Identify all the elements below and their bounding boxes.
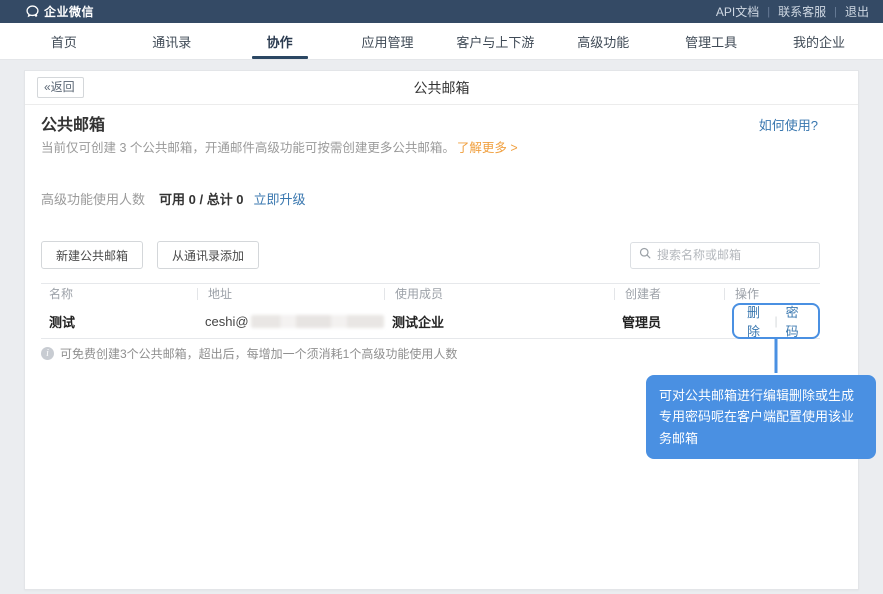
advanced-usage-stats: 高级功能使用人数 可用 0 / 总计 0 立即升级 [41,189,306,208]
page-title: 公共邮箱 [413,79,470,96]
redacted-address-blur [250,314,384,328]
col-header-actions: 操作 [724,287,820,301]
free-quota-note: i 可免费创建3个公共邮箱，超出后，每增加一个须消耗1个高级功能使用人数 [41,345,457,362]
api-docs-link[interactable]: API文档 [716,3,759,20]
nav-item-customers[interactable]: 客户与上下游 [442,23,550,59]
how-to-use-link[interactable]: 如何使用? [759,115,818,134]
nav-item-my-company[interactable]: 我的企业 [765,23,873,59]
nav-item-collaboration[interactable]: 协作 [226,23,334,59]
divider: | [767,5,771,18]
main-nav: 首页 通讯录 协作 应用管理 客户与上下游 高级功能 管理工具 我的企业 [0,23,883,60]
topbar: 企业微信 API文档 | 联系客服 | 退出 [0,0,883,23]
logout-link[interactable]: 退出 [845,3,869,20]
public-mailbox-card: 公共邮箱 «返回 公共邮箱 如何使用? 当前仅可创建 3 个公共邮箱，开通邮件高… [24,70,876,590]
quota-description: 当前仅可创建 3 个公共邮箱，开通邮件高级功能可按需创建更多公共邮箱。 了解更多 … [41,137,518,156]
card-header: 公共邮箱 «返回 [25,71,858,105]
col-header-members: 使用成员 [384,287,614,301]
stats-label: 高级功能使用人数 [41,192,146,207]
password-link[interactable]: 密码 [786,302,805,340]
search-box[interactable] [630,241,820,269]
row-actions-cell: 删除 | 密码 [724,303,820,339]
row-name: 测试 [49,314,76,330]
divider: | [834,5,837,18]
row-address: ceshi@ [197,314,384,329]
new-mailbox-button[interactable]: 新建公共邮箱 [41,241,144,269]
nav-item-advanced[interactable]: 高级功能 [549,23,657,59]
row-creator: 管理员 [622,314,662,330]
stats-value: 可用 0 / 总计 0 [159,192,244,207]
toolbar: 新建公共邮箱 从通讯录添加 [41,241,820,269]
row-address-prefix: ceshi@ [205,313,249,329]
contact-support-link[interactable]: 联系客服 [778,3,826,20]
upgrade-now-link[interactable]: 立即升级 [254,189,306,208]
toolbar-buttons: 新建公共邮箱 从通讯录添加 [41,241,260,269]
wework-logo-icon [26,5,39,18]
info-icon: i [41,347,54,360]
col-header-address: 地址 [197,287,384,301]
delete-link[interactable]: 删除 [747,302,766,340]
row-members: 测试企业 [392,314,445,330]
quota-description-text: 当前仅可创建 3 个公共邮箱，开通邮件高级功能可按需创建更多公共邮箱。 [41,141,455,155]
nav-item-admin-tools[interactable]: 管理工具 [657,23,765,59]
col-header-creator: 创建者 [614,287,724,301]
brand: 企业微信 [26,3,94,20]
divider: | [774,314,778,328]
table-header-row: 名称 地址 使用成员 创建者 操作 [41,283,820,303]
nav-item-apps[interactable]: 应用管理 [334,23,442,59]
table-row: 测试 ceshi@ 测试企业 管理员 删除 | 密码 [41,303,820,339]
mailbox-table: 名称 地址 使用成员 创建者 操作 测试 ceshi@ 测试企业 管理员 删除 … [41,283,820,339]
section-heading: 公共邮箱 [41,117,106,134]
search-icon [639,246,657,264]
col-header-name: 名称 [49,287,74,301]
guide-tooltip: 可对公共邮箱进行编辑删除或生成专用密码呢在客户端配置使用该业务邮箱 [646,375,876,460]
actions-highlight-box: 删除 | 密码 [732,303,820,339]
search-input[interactable] [657,248,811,262]
topbar-links: API文档 | 联系客服 | 退出 [716,3,869,20]
back-button[interactable]: «返回 [37,77,84,98]
brand-label: 企业微信 [44,5,95,19]
nav-item-home[interactable]: 首页 [10,23,118,59]
add-from-contacts-button[interactable]: 从通讯录添加 [157,241,260,269]
free-quota-note-text: 可免费创建3个公共邮箱，超出后，每增加一个须消耗1个高级功能使用人数 [60,347,458,361]
learn-more-link[interactable]: 了解更多 > [457,141,518,155]
nav-item-contacts[interactable]: 通讯录 [118,23,226,59]
